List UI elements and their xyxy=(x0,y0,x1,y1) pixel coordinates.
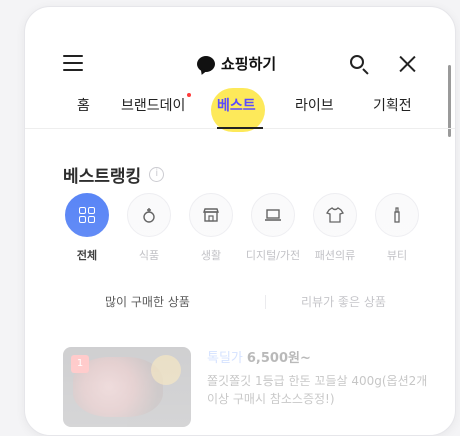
chat-bubble-icon xyxy=(197,55,215,72)
category-label: 패션의류 xyxy=(314,249,356,262)
tab-best[interactable]: 베스트 xyxy=(217,95,256,115)
category-digital[interactable]: 디지털/가전 xyxy=(245,193,301,263)
rank-badge: 1 xyxy=(71,355,89,373)
category-fashion[interactable]: 패션의류 xyxy=(307,193,363,263)
search-icon[interactable] xyxy=(349,54,371,76)
sort-most-purchased[interactable]: 많이 구매한 상품 xyxy=(105,293,190,310)
close-icon[interactable] xyxy=(397,54,417,74)
sort-best-reviewed[interactable]: 리뷰가 좋은 상품 xyxy=(301,293,386,310)
tab-label: 홈 xyxy=(77,98,90,114)
food-icon xyxy=(127,193,171,237)
top-bar: 쇼핑하기 xyxy=(25,47,455,81)
shirt-icon xyxy=(313,193,357,237)
category-label: 디지털/가전 xyxy=(245,249,301,262)
tab-brandday[interactable]: 브랜드데이 xyxy=(121,93,192,115)
tab-bar: 홈 브랜드데이 베스트 라이브 기획전 xyxy=(25,93,455,129)
app-title-text: 쇼핑하기 xyxy=(221,55,277,73)
category-label: 뷰티 xyxy=(386,249,408,262)
section-title: 베스트랭킹 i xyxy=(63,162,165,187)
deal-tag: 톡딜가 xyxy=(207,351,243,366)
product-price: 6,500원~ xyxy=(246,351,311,366)
category-food[interactable]: 식품 xyxy=(121,193,177,263)
tab-label: 브랜드데이 xyxy=(121,98,186,114)
info-icon[interactable]: i xyxy=(149,167,165,182)
sort-divider xyxy=(265,295,266,309)
category-label: 생활 xyxy=(200,249,222,262)
tab-special[interactable]: 기획전 xyxy=(373,95,412,115)
category-all[interactable]: 전체 xyxy=(59,193,115,263)
product-image: 1 xyxy=(63,347,191,427)
price-line: 톡딜가 6,500원~ xyxy=(207,347,437,366)
tab-label: 라이브 xyxy=(295,98,334,114)
active-tab-underline xyxy=(217,127,263,129)
product-info: 톡딜가 6,500원~ 쫄깃쫄깃 1등급 한돈 꼬들살 400g(옵션2개 이상 … xyxy=(207,347,437,408)
phone-frame: 쇼핑하기 홈 브랜드데이 베스트 라이브 기획전 베스트랭킹 i 전체 식품 생… xyxy=(24,6,456,436)
tab-home[interactable]: 홈 xyxy=(77,95,90,115)
new-dot-badge xyxy=(187,93,192,97)
tab-live[interactable]: 라이브 xyxy=(295,95,334,115)
product-name: 쫄깃쫄깃 1등급 한돈 꼬들살 400g(옵션2개 이상 구매시 참소스증정!) xyxy=(207,374,428,406)
category-living[interactable]: 생활 xyxy=(183,193,239,263)
category-label: 전체 xyxy=(76,249,98,262)
section-title-text: 베스트랭킹 xyxy=(63,167,142,187)
laptop-icon xyxy=(251,193,295,237)
category-label: 식품 xyxy=(138,249,160,262)
sort-tabs: 많이 구매한 상품 리뷰가 좋은 상품 xyxy=(63,293,443,317)
store-icon xyxy=(189,193,233,237)
lipstick-icon xyxy=(375,193,419,237)
menu-icon[interactable] xyxy=(63,55,83,71)
tab-label: 베스트 xyxy=(217,98,256,114)
grid-icon xyxy=(65,193,109,237)
category-beauty[interactable]: 뷰티 xyxy=(369,193,425,263)
app-title: 쇼핑하기 xyxy=(197,53,276,74)
tab-label: 기획전 xyxy=(373,98,412,114)
product-card[interactable]: 1 톡딜가 6,500원~ 쫄깃쫄깃 1등급 한돈 꼬들살 400g(옵션2개 이… xyxy=(63,347,443,427)
